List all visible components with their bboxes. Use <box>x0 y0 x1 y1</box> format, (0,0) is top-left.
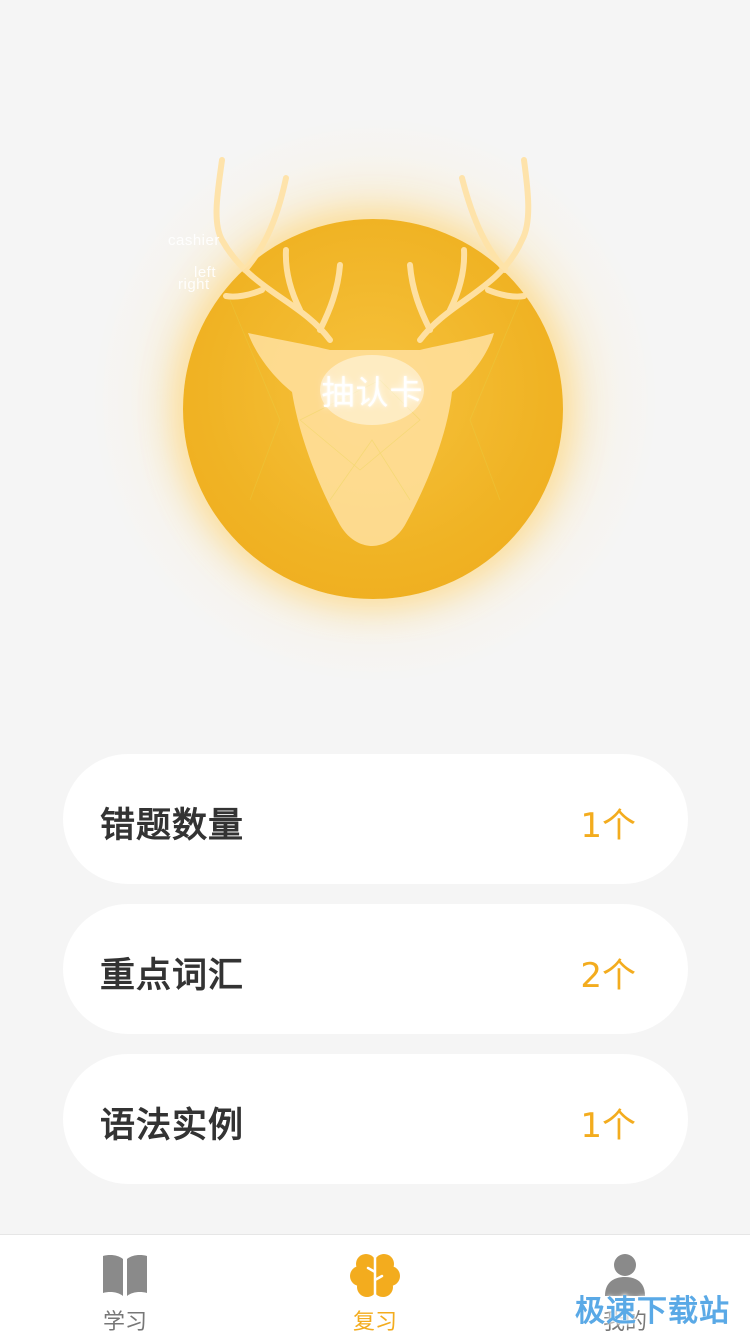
brain-icon <box>350 1254 400 1297</box>
stat-label: 重点词汇 <box>100 956 245 996</box>
tab-study-label: 学习 <box>102 1310 147 1334</box>
stat-label: 语法实例 <box>100 1106 245 1146</box>
flashcard-hero: cashier left right 抽认卡 <box>0 0 750 720</box>
hero-label-cashier: cashier <box>168 232 220 249</box>
stat-count: 1个 <box>580 806 636 846</box>
book-icon <box>103 1255 147 1296</box>
tab-review[interactable]: 复习 <box>300 1235 450 1334</box>
tab-study[interactable]: 学习 <box>50 1235 200 1334</box>
review-screen: cashier left right 抽认卡 错题数量 1个 重点词汇 2个 语… <box>0 0 750 1334</box>
deer-icon <box>213 157 532 546</box>
stat-card-wrong-answers[interactable]: 错题数量 1个 <box>63 754 688 884</box>
flashcard-title[interactable]: 抽认卡 <box>300 366 445 414</box>
watermark-text: 极速下载站 <box>575 1294 730 1329</box>
stat-card-key-vocabulary[interactable]: 重点词汇 2个 <box>63 904 688 1034</box>
stat-count: 1个 <box>580 1106 636 1146</box>
hero-label-right: right <box>178 276 210 293</box>
tab-review-label: 复习 <box>352 1310 397 1334</box>
stat-label: 错题数量 <box>100 806 245 846</box>
stat-count: 2个 <box>580 956 636 996</box>
stat-card-grammar-examples[interactable]: 语法实例 1个 <box>63 1054 688 1184</box>
